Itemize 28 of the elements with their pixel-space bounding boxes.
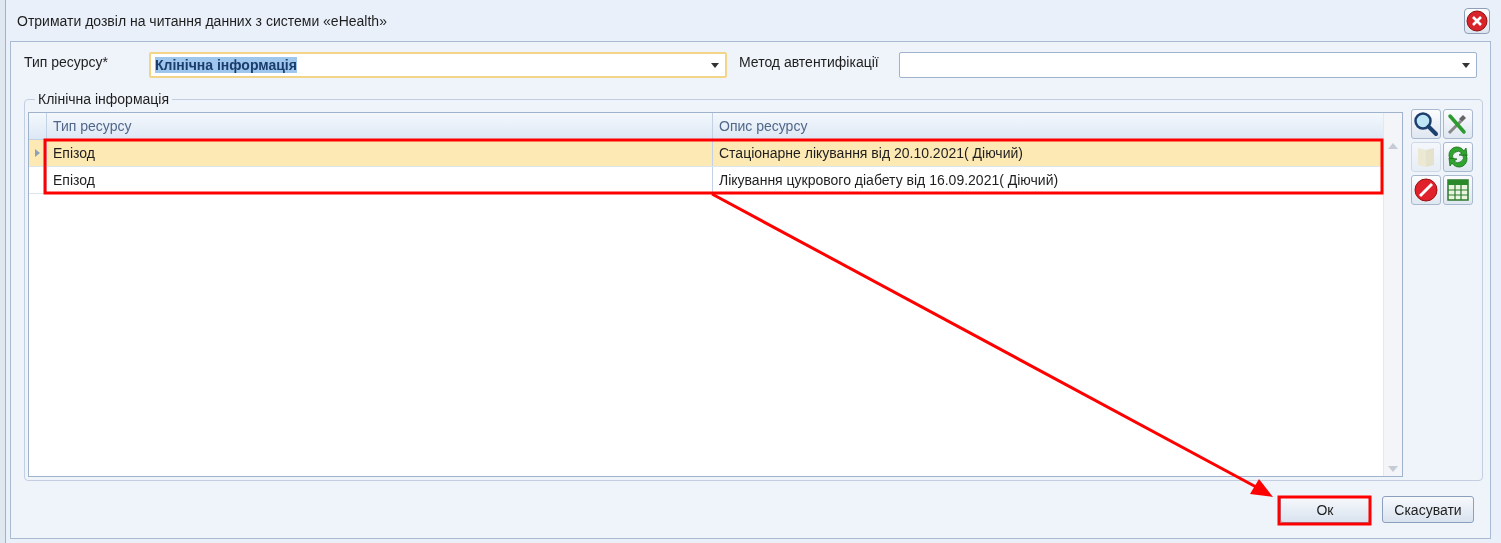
table-cell: Лікування цукрового діабету від 16.09.2021( Діючий) <box>719 172 1059 188</box>
window-title: Отримати дозвіл на читання данних з системи «eHealth» <box>17 12 387 29</box>
book-icon <box>1418 148 1434 167</box>
dropdown-arrow-icon <box>711 62 719 68</box>
search-icon <box>1414 112 1438 136</box>
toolbar-button[interactable] <box>1411 109 1441 139</box>
toolbar-button[interactable] <box>1443 142 1473 172</box>
tools-icon <box>1447 114 1466 135</box>
toolbar-button[interactable] <box>1411 175 1441 205</box>
row-indicator-icon <box>35 149 40 157</box>
table-cell: Епізод <box>53 172 95 188</box>
close-button[interactable] <box>1464 7 1490 34</box>
group-title: Клінічна інформація <box>35 91 173 107</box>
spreadsheet-icon <box>1447 179 1469 201</box>
delete-icon <box>1414 178 1438 202</box>
field-label: Метод автентифікації <box>739 53 880 70</box>
column-header[interactable]: Тип ресурсу <box>53 118 132 134</box>
cancel-button[interactable]: Скасувати <box>1382 496 1474 523</box>
table-row[interactable]: Епізод Стаціонарне лікування від 20.10.2021( Діючий) <box>29 140 1383 167</box>
table-cell: Стаціонарне лікування від 20.10.2021( Діючий) <box>719 145 1023 161</box>
table-cell: Епізод <box>53 145 95 161</box>
table-row[interactable]: Епізод Лікування цукрового діабету від 16.09.2021( Діючий) <box>29 167 1383 194</box>
dropdown-arrow-icon <box>1462 62 1470 68</box>
refresh-icon <box>1448 146 1468 168</box>
column-header[interactable]: Опис ресурсу <box>719 118 808 134</box>
field-label: Тип ресурсу* <box>24 53 109 70</box>
dropdown-field[interactable] <box>899 52 1477 78</box>
dropdown-field[interactable]: Клінічна інформація <box>149 52 727 78</box>
